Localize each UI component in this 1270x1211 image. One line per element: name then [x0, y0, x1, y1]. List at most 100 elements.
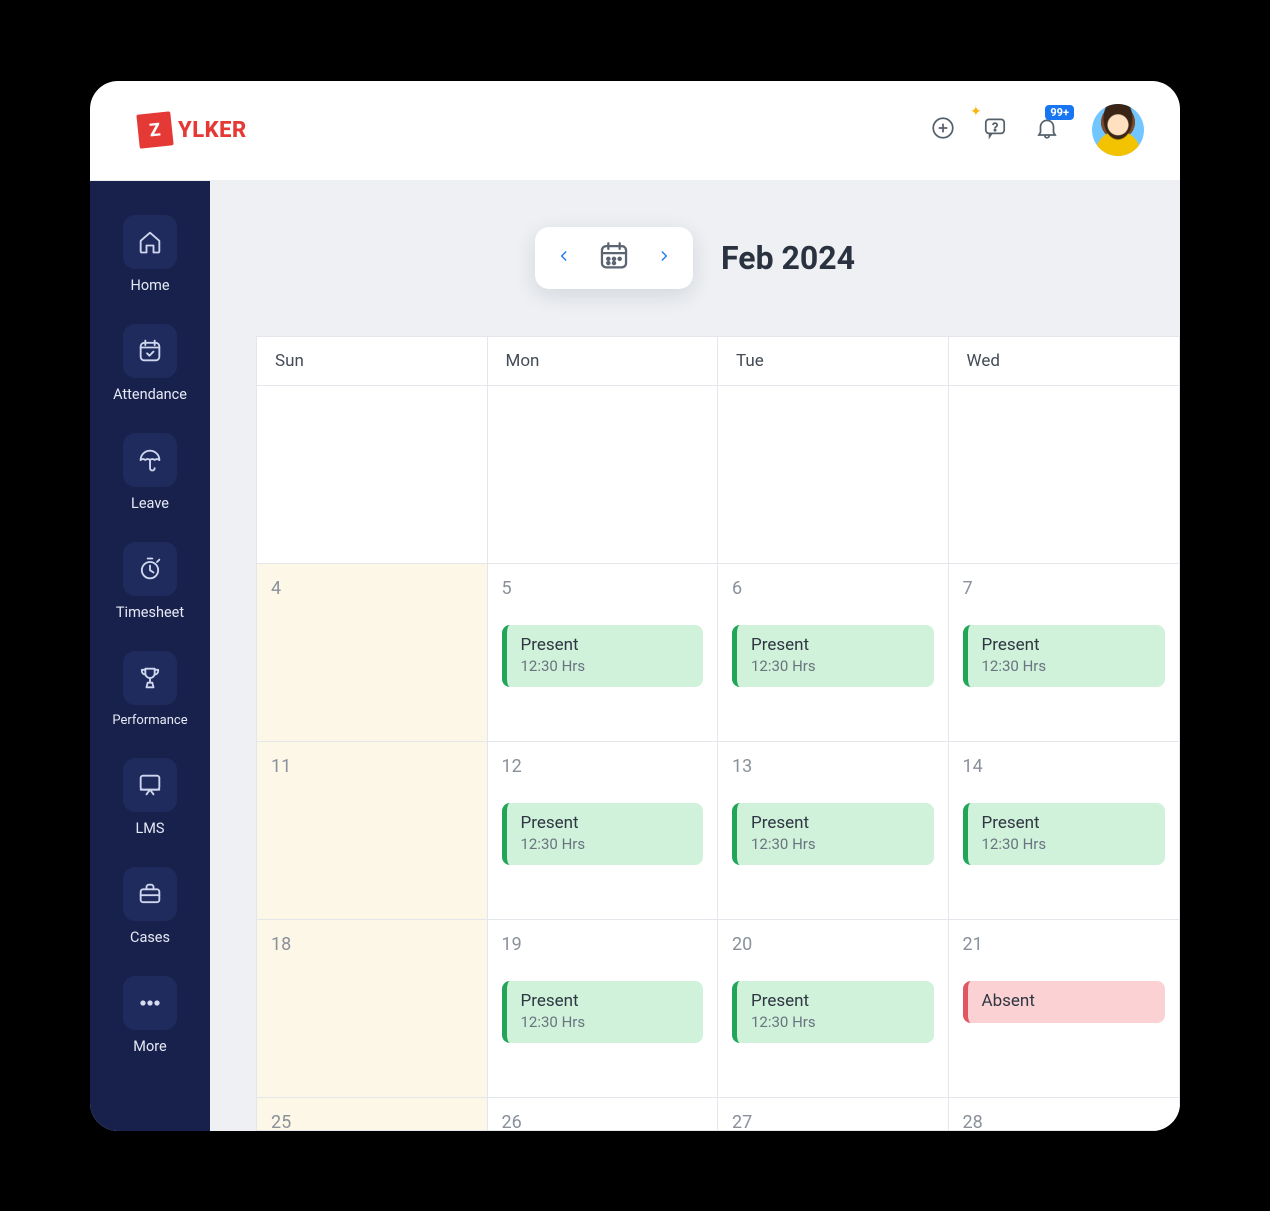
attendance-entry[interactable]: Present 12:30 Hrs: [502, 803, 704, 865]
calendar-cell[interactable]: 5Present12:30 Hrs: [488, 564, 719, 741]
home-icon: [123, 215, 177, 269]
calendar-cell[interactable]: 14 Present12:30 Hrs: [949, 742, 1180, 919]
attendance-entry[interactable]: Present12:30 Hrs: [963, 625, 1166, 687]
notifications-button[interactable]: 99+: [1030, 113, 1064, 147]
sidebar-item-performance[interactable]: Performance: [90, 641, 210, 742]
attendance-entry[interactable]: Present 12:30 Hrs: [732, 981, 934, 1043]
attendance-entry[interactable]: Present 12:30 Hrs: [502, 625, 704, 687]
calendar-row: 45Present12:30 Hrs6Present12:30 Hrs7Pres…: [257, 564, 1179, 742]
day-number: 26: [502, 1112, 704, 1131]
calendar-cell[interactable]: 7Present12:30 Hrs: [949, 564, 1180, 741]
sidebar-item-attendance[interactable]: Attendance: [90, 314, 210, 417]
day-number: 19: [502, 934, 704, 955]
day-number: 14: [963, 756, 1166, 777]
sidebar-item-lms[interactable]: LMS: [90, 748, 210, 851]
sidebar-item-cases[interactable]: Cases: [90, 857, 210, 960]
add-button[interactable]: [926, 113, 960, 147]
day-number: 28: [963, 1112, 1166, 1131]
more-dots-icon: [123, 976, 177, 1030]
user-avatar[interactable]: [1092, 104, 1144, 156]
calendar-cell[interactable]: 28: [949, 1098, 1180, 1131]
calendar-cell[interactable]: 25: [257, 1098, 488, 1131]
calendar-cell[interactable]: 13 Present 12:30 Hrs: [718, 742, 949, 919]
entry-title: Present: [751, 813, 920, 833]
calendar-row: [257, 386, 1179, 564]
sidebar: Home Attendance Leave Timesheet: [90, 181, 210, 1131]
help-chat-icon: [982, 115, 1008, 145]
presentation-icon: [123, 758, 177, 812]
next-month-button[interactable]: [653, 244, 675, 272]
sidebar-label: Performance: [112, 713, 187, 728]
attendance-entry[interactable]: Present12:30 Hrs: [963, 803, 1166, 865]
calendar-row: 1112Present12:30 Hrs13Present12:30 Hrs14…: [257, 742, 1179, 920]
day-number: 11: [271, 756, 473, 777]
day-number: 18: [271, 934, 473, 955]
calendar-cell[interactable]: 11: [257, 742, 488, 919]
brand-name: YLKER: [178, 118, 247, 143]
day-header: Sun: [257, 337, 488, 385]
entry-subtitle: 12:30 Hrs: [521, 657, 690, 675]
calendar-cell[interactable]: 6Present12:30 Hrs: [718, 564, 949, 741]
entry-subtitle: 12:30 Hrs: [751, 835, 920, 853]
sidebar-item-timesheet[interactable]: Timesheet: [90, 532, 210, 635]
calendar-cell[interactable]: 27: [718, 1098, 949, 1131]
entry-subtitle: 12:30 Hrs: [521, 1013, 690, 1031]
calendar-cell[interactable]: [718, 386, 949, 563]
brand-tile: Z: [136, 111, 173, 148]
calendar-row: 1819Present12:30 Hrs20Present12:30 Hrs21…: [257, 920, 1179, 1098]
sidebar-label: Home: [130, 277, 169, 294]
entry-subtitle: 12:30 Hrs: [982, 657, 1152, 675]
day-number: 27: [732, 1112, 934, 1131]
calendar-cell[interactable]: [257, 386, 488, 563]
entry-title: Absent: [982, 991, 1152, 1011]
calendar-cell[interactable]: 19 Present 12:30 Hrs: [488, 920, 719, 1097]
topbar: Z YLKER ✦: [90, 81, 1180, 181]
calendar-cell[interactable]: 18: [257, 920, 488, 1097]
entry-title: Present: [521, 635, 690, 655]
entry-subtitle: 12:30 Hrs: [751, 1013, 920, 1031]
chevron-right-icon: [657, 245, 671, 271]
calendar-header-row: Sun Mon Tue Wed: [257, 337, 1179, 386]
calendar-icon: [597, 258, 631, 277]
entry-title: Present: [521, 813, 690, 833]
calendar-cell[interactable]: [949, 386, 1180, 563]
help-button[interactable]: ✦: [978, 113, 1012, 147]
calendar-cell[interactable]: 12Present12:30 Hrs: [488, 742, 719, 919]
brand-logo[interactable]: Z YLKER: [138, 113, 247, 147]
month-title: Feb 2024: [721, 239, 855, 277]
umbrella-icon: [123, 433, 177, 487]
notification-badge: 99+: [1045, 105, 1074, 120]
topbar-actions: ✦ 99+: [926, 104, 1144, 156]
day-header: Wed: [949, 337, 1180, 385]
day-number: 13: [732, 756, 934, 777]
sidebar-label: Leave: [131, 495, 169, 512]
calendar-cell[interactable]: 21Absent: [949, 920, 1180, 1097]
calendar-row: 25 26 27 28: [257, 1098, 1179, 1131]
attendance-entry[interactable]: Absent: [963, 981, 1166, 1023]
sidebar-label: LMS: [135, 820, 164, 837]
sidebar-item-more[interactable]: More: [90, 966, 210, 1069]
calendar-cell[interactable]: 20Present12:30 Hrs: [718, 920, 949, 1097]
entry-title: Present: [751, 991, 920, 1011]
entry-subtitle: 12:30 Hrs: [521, 835, 690, 853]
entry-title: Present: [751, 635, 920, 655]
prev-month-button[interactable]: [553, 244, 575, 272]
stopwatch-icon: [123, 542, 177, 596]
sidebar-item-leave[interactable]: Leave: [90, 423, 210, 526]
calendar-cell[interactable]: [488, 386, 719, 563]
plus-circle-icon: [930, 115, 956, 145]
attendance-entry[interactable]: Present 12:30 Hrs: [732, 625, 934, 687]
calendar-cell[interactable]: 4: [257, 564, 488, 741]
calendar-picker-button[interactable]: [597, 239, 631, 277]
day-header: Tue: [718, 337, 949, 385]
sidebar-item-home[interactable]: Home: [90, 205, 210, 308]
entry-title: Present: [521, 991, 690, 1011]
sidebar-label: Timesheet: [116, 604, 184, 621]
attendance-entry[interactable]: Present 12:30 Hrs: [732, 803, 934, 865]
calendar-cell[interactable]: 26: [488, 1098, 719, 1131]
attendance-entry[interactable]: Present 12:30 Hrs: [502, 981, 704, 1043]
entry-subtitle: 12:30 Hrs: [751, 657, 920, 675]
chevron-left-icon: [557, 245, 571, 271]
app-window: Z YLKER ✦: [90, 81, 1180, 1131]
main-panel: Feb 2024 Sun Mon Tue Wed 45Present12:30 …: [210, 181, 1180, 1131]
